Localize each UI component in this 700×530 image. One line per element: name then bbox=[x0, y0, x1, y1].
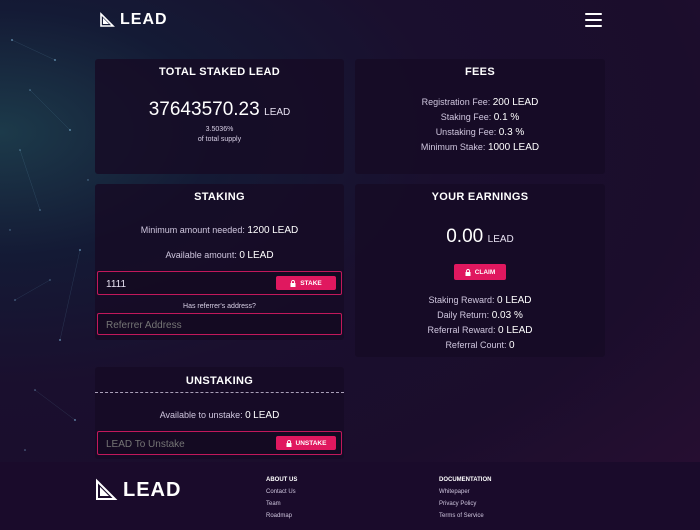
staking-card: STAKING Minimum amount needed: 1200 LEAD… bbox=[95, 184, 344, 340]
footer-link-team[interactable]: Team bbox=[266, 501, 281, 507]
staking-title: STAKING bbox=[194, 191, 245, 203]
lead-logo-icon bbox=[96, 478, 118, 500]
fees-unstaking-label: Unstaking Fee: bbox=[435, 127, 497, 137]
footer-docs-title: DOCUMENTATION bbox=[439, 477, 492, 483]
unstake-amount-input[interactable] bbox=[104, 432, 268, 456]
logo-text: LEAD bbox=[120, 11, 168, 28]
fees-unstaking-value: 0.3 % bbox=[498, 127, 525, 138]
header-logo[interactable]: LEAD bbox=[100, 11, 168, 29]
earnings-staking-reward: Staking Reward: 0 LEAD bbox=[355, 295, 605, 306]
header: LEAD bbox=[0, 0, 700, 44]
referrer-address-input[interactable] bbox=[104, 314, 268, 336]
staking-reward-value: 0 LEAD bbox=[497, 295, 532, 306]
total-staked-unit: LEAD bbox=[264, 107, 291, 118]
earnings-title: YOUR EARNINGS bbox=[431, 191, 529, 203]
fees-title: FEES bbox=[465, 66, 495, 78]
fees-registration-value: 200 LEAD bbox=[492, 97, 539, 108]
fees-staking-label: Staking Fee: bbox=[440, 112, 492, 122]
referral-count-label: Referral Count: bbox=[445, 340, 507, 350]
unstake-button[interactable]: UNSTAKE bbox=[276, 436, 336, 450]
unstake-field: UNSTAKE bbox=[97, 431, 342, 456]
total-staked-amount: 37643570.23 bbox=[148, 99, 260, 120]
earnings-referral-reward: Referral Reward: 0 LEAD bbox=[355, 325, 605, 336]
total-staked-percent: 3.5036% bbox=[205, 126, 234, 133]
unstaking-available: Available to unstake: 0 LEAD bbox=[95, 410, 344, 421]
earnings-referral-count: Referral Count: 0 bbox=[355, 340, 605, 351]
staking-available: Available amount: 0 LEAD bbox=[95, 250, 344, 261]
stake-amount-input[interactable] bbox=[104, 272, 268, 296]
total-staked-amount-row: 37643570.23 LEAD bbox=[95, 99, 344, 121]
earnings-daily-return: Daily Return: 0.03 % bbox=[355, 310, 605, 321]
lock-icon bbox=[290, 279, 296, 287]
unstake-button-label: UNSTAKE bbox=[295, 439, 327, 447]
daily-return-value: 0.03 % bbox=[491, 310, 523, 321]
claim-button-label: CLAIM bbox=[474, 268, 496, 276]
lock-icon bbox=[286, 439, 292, 447]
claim-button[interactable]: CLAIM bbox=[454, 264, 506, 280]
fees-registration: Registration Fee: 200 LEAD bbox=[355, 97, 605, 108]
footer-link-whitepaper[interactable]: Whitepaper bbox=[439, 489, 470, 495]
referrer-question: Has referrer's address? bbox=[183, 303, 256, 310]
total-staked-card: TOTAL STAKED LEAD 37643570.23 LEAD 3.503… bbox=[95, 59, 344, 174]
staking-available-label: Available amount: bbox=[165, 250, 237, 260]
lead-logo-icon bbox=[100, 12, 115, 27]
staking-min-unit: LEAD bbox=[272, 225, 299, 236]
unstaking-available-value: 0 bbox=[245, 410, 251, 421]
unstaking-divider bbox=[95, 392, 344, 393]
staking-min-amount: Minimum amount needed: 1200 LEAD bbox=[95, 225, 344, 236]
fees-min-stake-value: 1000 LEAD bbox=[487, 142, 540, 153]
footer-logo[interactable]: LEAD bbox=[95, 478, 181, 502]
staking-reward-label: Staking Reward: bbox=[428, 295, 495, 305]
unstaking-card: UNSTAKING Available to unstake: 0 LEAD U… bbox=[95, 367, 344, 459]
stake-amount-field: STAKE bbox=[97, 271, 342, 296]
referral-count-value: 0 bbox=[508, 340, 515, 351]
total-staked-percent-label: of total supply bbox=[197, 136, 242, 143]
footer: LEAD ABOUT US Contact Us Team Roadmap DO… bbox=[0, 462, 700, 530]
fees-min-stake: Minimum Stake: 1000 LEAD bbox=[355, 142, 605, 153]
unstaking-title: UNSTAKING bbox=[185, 375, 254, 387]
staking-min-label: Minimum amount needed: bbox=[140, 225, 245, 235]
earnings-amount-row: 0.00 LEAD bbox=[355, 226, 605, 248]
referrer-field bbox=[97, 313, 342, 336]
lock-icon bbox=[465, 268, 471, 276]
stake-button-label: STAKE bbox=[300, 279, 322, 287]
earnings-unit: LEAD bbox=[487, 234, 514, 245]
footer-link-roadmap[interactable]: Roadmap bbox=[266, 513, 292, 519]
menu-icon[interactable] bbox=[585, 13, 602, 29]
footer-link-terms[interactable]: Terms of Service bbox=[439, 513, 484, 519]
daily-return-label: Daily Return: bbox=[437, 310, 490, 320]
staking-available-unit: LEAD bbox=[247, 250, 274, 261]
footer-link-contact[interactable]: Contact Us bbox=[266, 489, 296, 495]
fees-staking-value: 0.1 % bbox=[493, 112, 520, 123]
fees-min-stake-label: Minimum Stake: bbox=[420, 142, 486, 152]
stake-button[interactable]: STAKE bbox=[276, 276, 336, 290]
footer-logo-text: LEAD bbox=[123, 478, 182, 501]
fees-card: FEES Registration Fee: 200 LEAD Staking … bbox=[355, 59, 605, 174]
fees-unstaking: Unstaking Fee: 0.3 % bbox=[355, 127, 605, 138]
total-staked-title: TOTAL STAKED LEAD bbox=[158, 66, 280, 78]
unstaking-available-unit: LEAD bbox=[253, 410, 280, 421]
referral-reward-label: Referral Reward: bbox=[427, 325, 496, 335]
staking-min-value: 1200 bbox=[247, 225, 270, 236]
earnings-amount: 0.00 bbox=[446, 226, 484, 247]
fees-registration-label: Registration Fee: bbox=[421, 97, 491, 107]
referral-reward-value: 0 LEAD bbox=[498, 325, 533, 336]
earnings-card: YOUR EARNINGS 0.00 LEAD CLAIM Staking Re… bbox=[355, 184, 605, 357]
staking-available-value: 0 bbox=[239, 250, 245, 261]
footer-about-title: ABOUT US bbox=[266, 477, 298, 483]
fees-staking: Staking Fee: 0.1 % bbox=[355, 112, 605, 123]
unstaking-available-label: Available to unstake: bbox=[159, 410, 243, 420]
footer-link-privacy[interactable]: Privacy Policy bbox=[439, 501, 476, 507]
